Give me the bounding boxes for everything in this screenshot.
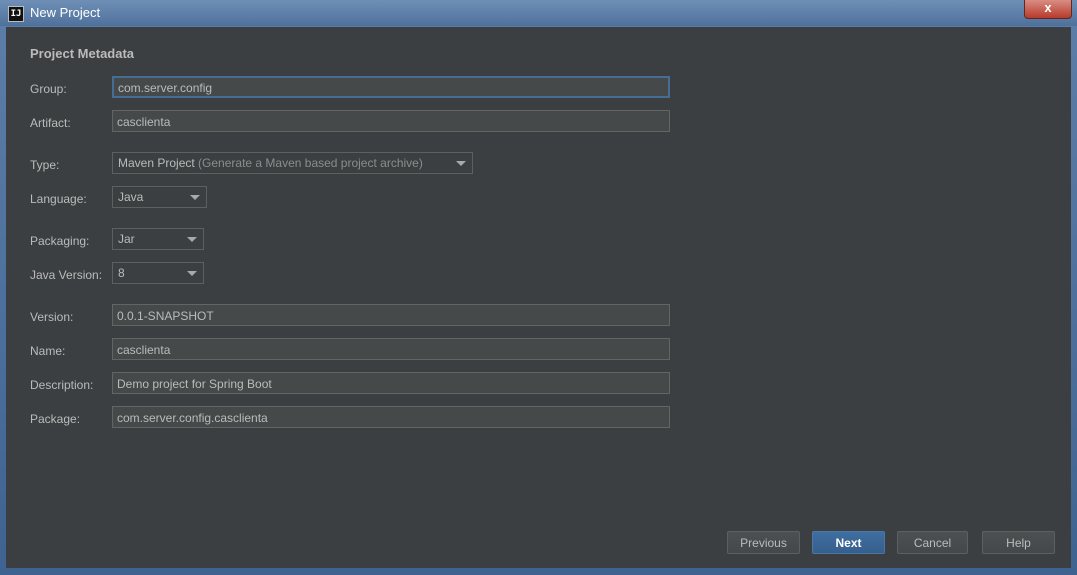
description-field[interactable]: Demo project for Spring Boot bbox=[112, 372, 670, 394]
package-label: Package: bbox=[30, 412, 81, 426]
dropdown-arrow-icon bbox=[187, 237, 197, 242]
packaging-label: Packaging: bbox=[30, 234, 90, 248]
close-button[interactable]: x bbox=[1024, 0, 1072, 19]
java-version-value: 8 bbox=[118, 266, 125, 280]
language-label: Language: bbox=[30, 192, 87, 206]
language-value: Java bbox=[118, 190, 144, 204]
name-label: Name: bbox=[30, 344, 66, 358]
section-heading: Project Metadata bbox=[30, 46, 135, 61]
language-dropdown[interactable]: Java bbox=[112, 186, 207, 208]
previous-button[interactable]: Previous bbox=[727, 531, 800, 554]
intellij-app-icon: IJ bbox=[8, 6, 24, 22]
type-dropdown[interactable]: Maven Project (Generate a Maven based pr… bbox=[112, 152, 473, 174]
cancel-button[interactable]: Cancel bbox=[897, 531, 968, 554]
next-button[interactable]: Next bbox=[812, 531, 885, 554]
package-field[interactable]: com.server.config.casclienta bbox=[112, 406, 670, 428]
type-value: Maven Project bbox=[118, 156, 195, 170]
artifact-label: Artifact: bbox=[30, 116, 71, 130]
dropdown-arrow-icon bbox=[456, 161, 466, 166]
version-field[interactable]: 0.0.1-SNAPSHOT bbox=[112, 304, 670, 326]
java-version-label: Java Version: bbox=[30, 268, 103, 282]
type-hint: (Generate a Maven based project archive) bbox=[198, 156, 423, 170]
packaging-dropdown[interactable]: Jar bbox=[112, 228, 204, 250]
packaging-value: Jar bbox=[118, 232, 135, 246]
artifact-field[interactable]: casclienta bbox=[112, 110, 670, 132]
group-field[interactable]: com.server.config bbox=[112, 76, 670, 98]
dropdown-arrow-icon bbox=[190, 195, 200, 200]
name-field[interactable]: casclienta bbox=[112, 338, 670, 360]
help-button[interactable]: Help bbox=[982, 531, 1055, 554]
type-label: Type: bbox=[30, 158, 60, 172]
title-bar: IJ New Project x bbox=[0, 0, 1077, 26]
dialog-content: Project Metadata Group: com.server.confi… bbox=[6, 27, 1071, 568]
java-version-dropdown[interactable]: 8 bbox=[112, 262, 204, 284]
dropdown-arrow-icon bbox=[187, 271, 197, 276]
description-label: Description: bbox=[30, 378, 94, 392]
group-label: Group: bbox=[30, 82, 67, 96]
dialog-window: IJ New Project x Project Metadata Group:… bbox=[0, 0, 1077, 575]
version-label: Version: bbox=[30, 310, 74, 324]
window-title: New Project bbox=[30, 5, 101, 20]
